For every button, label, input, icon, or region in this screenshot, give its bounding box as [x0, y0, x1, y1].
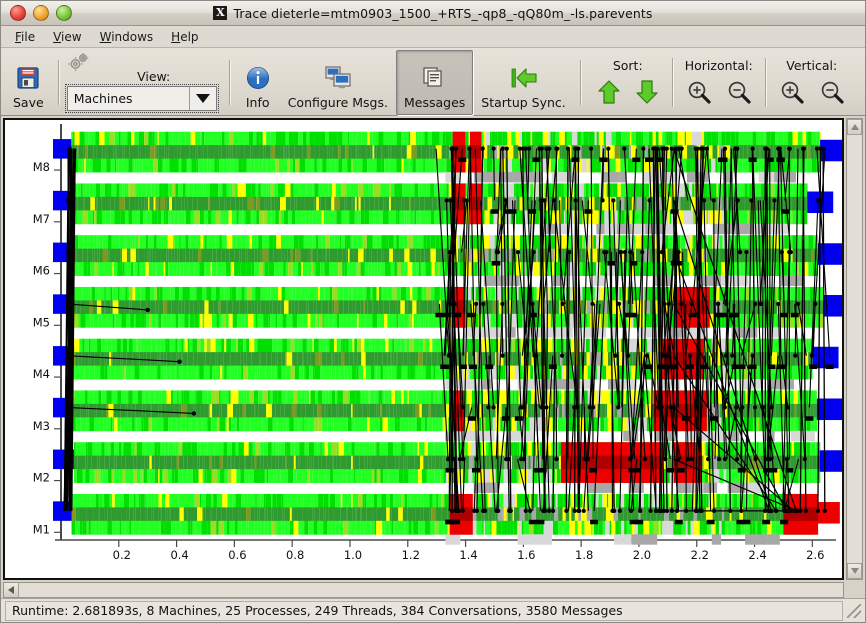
floppy-disk-icon	[14, 62, 42, 92]
svg-text:M5: M5	[33, 315, 50, 329]
svg-text:1.0: 1.0	[344, 548, 362, 562]
status-text: Runtime: 2.681893s, 8 Machines, 25 Proce…	[12, 603, 623, 618]
view-selector-group: View: Machines	[64, 50, 223, 115]
status-bar-inner: Runtime: 2.681893s, 8 Machines, 25 Proce…	[5, 600, 843, 621]
sort-descending-button[interactable]	[631, 77, 663, 111]
vertical-zoom-out-button[interactable]	[815, 77, 849, 111]
svg-text:M3: M3	[33, 419, 50, 433]
messages-icon	[421, 62, 449, 92]
svg-text:2.4: 2.4	[748, 548, 766, 562]
toolbar-separator-4	[671, 58, 673, 107]
toolbar: Save View: Machines Info Configure Msgs.…	[1, 48, 865, 116]
vertical-label: Vertical:	[786, 58, 838, 73]
info-button[interactable]: Info	[236, 50, 280, 115]
menu-windows[interactable]: Windows	[92, 28, 162, 46]
horizontal-zoom-out-button[interactable]	[722, 77, 756, 111]
svg-text:M6: M6	[33, 264, 50, 278]
svg-text:1.8: 1.8	[575, 548, 593, 562]
svg-text:1.4: 1.4	[459, 548, 477, 562]
save-label: Save	[13, 95, 44, 110]
menu-file[interactable]: File	[7, 28, 43, 46]
trace-plot-panel[interactable]: M8 M7 M6 M5 M4 M3 M2 M1 0.2 0.4 0.6 0.8 1.0 1.2 1.4 1.6…	[3, 118, 844, 580]
toolbar-separator-2	[228, 60, 230, 105]
gears-icon	[67, 52, 91, 76]
window-controls	[1, 5, 72, 21]
view-dropdown-value: Machines	[73, 91, 133, 106]
configure-msgs-label: Configure Msgs.	[287, 95, 388, 110]
sort-buttons	[593, 77, 663, 111]
sync-arrow-left-icon	[508, 62, 540, 92]
content-area: M8 M7 M6 M5 M4 M3 M2 M1 0.2 0.4 0.6 0.8 1.0 1.2 1.4 1.6…	[1, 116, 865, 598]
view-dropdown[interactable]: Machines	[64, 84, 219, 113]
save-button[interactable]: Save	[5, 50, 52, 115]
vertical-scrollbar[interactable]	[846, 118, 863, 580]
configure-msgs-button[interactable]: Configure Msgs.	[280, 50, 396, 115]
scroll-down-button[interactable]	[847, 563, 862, 579]
startup-sync-button[interactable]: Startup Sync.	[473, 50, 573, 115]
application-window: X Trace dieterle=mtm0903_1500_+RTS_-qp8_…	[0, 0, 866, 623]
vertical-zoom-group: Vertical:	[769, 50, 855, 115]
menu-view-label: iew	[61, 29, 82, 44]
title-center: X Trace dieterle=mtm0903_1500_+RTS_-qp8_…	[1, 1, 865, 25]
canvas-row: M8 M7 M6 M5 M4 M3 M2 M1 0.2 0.4 0.6 0.8 1.0 1.2 1.4 1.6…	[3, 118, 863, 580]
svg-text:2.2: 2.2	[691, 548, 709, 562]
toolbar-separator-5	[764, 58, 766, 107]
svg-text:0.6: 0.6	[228, 548, 246, 562]
sort-ascending-button[interactable]	[593, 77, 625, 111]
status-bar: Runtime: 2.681893s, 8 Machines, 25 Proce…	[1, 598, 865, 622]
menu-bar: File View Windows Help	[1, 26, 865, 48]
svg-text:0.8: 0.8	[286, 548, 304, 562]
menu-windows-label: indows	[111, 29, 154, 44]
horizontal-zoom-buttons	[682, 77, 756, 111]
messages-button[interactable]: Messages	[395, 50, 474, 115]
sort-group: Sort:	[587, 50, 669, 115]
svg-text:0.4: 0.4	[170, 548, 188, 562]
minimize-button[interactable]	[33, 5, 49, 21]
vertical-zoom-buttons	[775, 77, 849, 111]
svg-text:2.0: 2.0	[633, 548, 651, 562]
resize-grip[interactable]	[847, 603, 861, 618]
svg-text:1.2: 1.2	[402, 548, 420, 562]
sort-label: Sort:	[612, 58, 643, 73]
svg-text:0.2: 0.2	[113, 548, 131, 562]
messages-label: Messages	[403, 95, 466, 110]
close-button[interactable]	[10, 5, 26, 21]
svg-text:M2: M2	[33, 471, 50, 485]
title-bar: X Trace dieterle=mtm0903_1500_+RTS_-qp8_…	[1, 1, 865, 26]
scroll-up-button[interactable]	[847, 119, 862, 135]
menu-file-label: ile	[21, 29, 36, 44]
menu-help[interactable]: Help	[163, 28, 206, 46]
maximize-button[interactable]	[56, 5, 72, 21]
svg-text:M1: M1	[33, 522, 50, 536]
window-title: Trace dieterle=mtm0903_1500_+RTS_-qp8_-q…	[233, 5, 653, 21]
chevron-down-icon[interactable]	[188, 87, 216, 110]
menu-view[interactable]: View	[45, 28, 89, 46]
scroll-left-button[interactable]	[4, 583, 19, 597]
menu-help-label: elp	[180, 29, 199, 44]
monitors-icon	[323, 62, 353, 92]
x-logo-icon: X	[213, 6, 228, 20]
horizontal-scroll-track[interactable]	[19, 583, 843, 597]
svg-text:1.6: 1.6	[517, 548, 535, 562]
svg-text:M7: M7	[33, 212, 50, 226]
info-icon	[244, 62, 272, 92]
toolbar-separator-1	[57, 60, 59, 105]
vertical-zoom-in-button[interactable]	[775, 77, 809, 111]
info-label: Info	[245, 95, 270, 110]
horizontal-zoom-group: Horizontal:	[676, 50, 762, 115]
trace-plot[interactable]: M8 M7 M6 M5 M4 M3 M2 M1 0.2 0.4 0.6 0.8 1.0 1.2 1.4 1.6…	[5, 120, 842, 578]
trace-plot-canvas[interactable]: M8 M7 M6 M5 M4 M3 M2 M1 0.2 0.4 0.6 0.8 1.0 1.2 1.4 1.6…	[5, 120, 842, 578]
svg-text:M4: M4	[33, 367, 50, 381]
svg-text:2.6: 2.6	[806, 548, 824, 562]
horizontal-scrollbar[interactable]	[3, 582, 844, 598]
svg-text:M8: M8	[33, 160, 50, 174]
horizontal-zoom-in-button[interactable]	[682, 77, 716, 111]
horizontal-label: Horizontal:	[684, 58, 753, 73]
startup-sync-label: Startup Sync.	[481, 95, 566, 110]
vertical-scroll-track[interactable]	[847, 135, 862, 563]
toolbar-separator-3	[579, 60, 581, 105]
